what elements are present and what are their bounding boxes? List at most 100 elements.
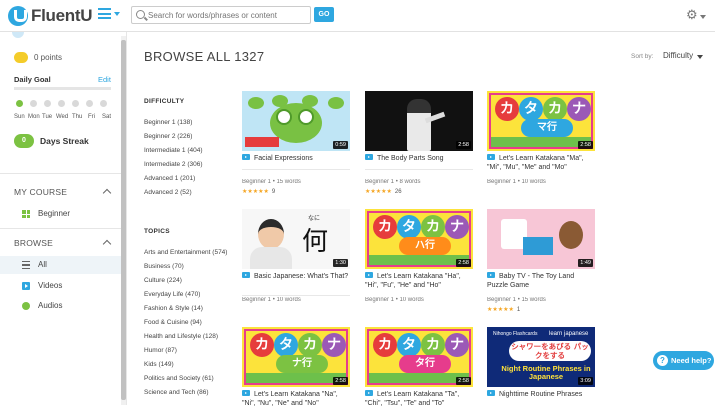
- filter-topic[interactable]: Business (70): [144, 263, 184, 270]
- kana-circle: カ: [250, 333, 274, 357]
- stars-icon: ★★★★★: [365, 189, 392, 195]
- video-icon: [22, 282, 30, 290]
- sidebar-item-audios[interactable]: Audios: [0, 297, 121, 315]
- video-title[interactable]: Let's Learn Katakana "Na", "Ni", "Nu", "…: [242, 390, 350, 408]
- chevron-down-icon[interactable]: [697, 55, 703, 59]
- filter-difficulty[interactable]: Advanced 1 (201): [144, 175, 195, 182]
- video-icon: [242, 390, 250, 396]
- edit-goal-link[interactable]: Edit: [98, 75, 111, 84]
- search-input[interactable]: [148, 8, 308, 22]
- video-title[interactable]: Let's Learn Katakana "Ha", "Hi", "Fu", "…: [365, 272, 473, 290]
- daily-goal-progress: [14, 87, 111, 90]
- video-title-text: Let's Learn Katakana "Ma", "Mi", "Mu", "…: [487, 155, 584, 171]
- streak-count: 0: [14, 134, 34, 148]
- need-help-button[interactable]: ? Need help?: [653, 351, 714, 370]
- video-thumbnail[interactable]: 2:58: [365, 91, 473, 151]
- kana-circle: タ: [397, 333, 421, 357]
- day-label: Sun: [14, 114, 25, 120]
- sidebar-item-all[interactable]: All: [0, 256, 121, 274]
- main-menu-button[interactable]: [98, 8, 120, 19]
- filter-topic[interactable]: Science and Tech (86): [144, 389, 209, 396]
- video-thumbnail[interactable]: Nihongo Flashcards learn japanese シャワーをあ…: [487, 327, 595, 387]
- rating-count: 26: [394, 189, 402, 195]
- video-icon: [365, 272, 373, 278]
- kana-row-banner: タ行: [399, 355, 451, 373]
- performer-figure: [407, 99, 431, 151]
- logo-text: FluentU: [31, 6, 93, 25]
- duration-badge: 1:49: [578, 259, 593, 267]
- video-thumbnail[interactable]: カ タ カ ナ ハ行 2:58: [365, 209, 473, 269]
- thumbnail-tagline-text: learn japanese: [549, 331, 589, 337]
- kana-row-banner: マ行: [521, 119, 573, 137]
- video-thumbnail[interactable]: 1:49: [487, 209, 595, 269]
- video-thumbnail[interactable]: カ タ カ ナ ナ行 2:58: [242, 327, 350, 387]
- gear-icon[interactable]: ⚙: [686, 8, 698, 21]
- video-title[interactable]: Let's Learn Katakana "Ma", "Mi", "Mu", "…: [487, 154, 595, 172]
- filter-difficulty[interactable]: Advanced 2 (52): [144, 189, 192, 196]
- grid-icon: [22, 210, 30, 218]
- card-meta: Beginner 1 • 10 words: [242, 297, 301, 303]
- fluentu-logo[interactable]: FluentU: [8, 6, 92, 26]
- filter-difficulty[interactable]: Beginner 2 (226): [144, 133, 192, 140]
- filter-topic[interactable]: Health and Lifestyle (128): [144, 333, 218, 340]
- browse-heading[interactable]: BROWSE: [14, 238, 53, 248]
- sidebar-item-label: All: [38, 260, 47, 269]
- search-go-button[interactable]: GO: [314, 7, 334, 22]
- video-thumbnail[interactable]: 0:59: [242, 91, 350, 151]
- filter-topic[interactable]: Everyday Life (470): [144, 291, 200, 298]
- video-icon: [365, 390, 373, 396]
- video-title[interactable]: The Body Parts Song: [365, 154, 473, 163]
- kana-circle: タ: [519, 97, 543, 121]
- video-title[interactable]: Basic Japanese: What's That?: [242, 272, 350, 281]
- card-meta: Beginner 1 • 15 words: [487, 297, 546, 303]
- card-meta: Beginner 1 • 10 words: [365, 297, 424, 303]
- duration-badge: 2:58: [456, 377, 471, 385]
- teacher-body: [250, 247, 292, 269]
- video-title[interactable]: Facial Expressions: [242, 154, 350, 163]
- daily-goal-label: Daily Goal: [14, 75, 51, 84]
- filter-difficulty[interactable]: Beginner 1 (138): [144, 119, 192, 126]
- video-title[interactable]: Nighttime Routine Phrases: [487, 390, 595, 399]
- video-thumbnail[interactable]: カ タ カ ナ タ行 2:58: [365, 327, 473, 387]
- kana-circle: ナ: [322, 333, 346, 357]
- sidebar-item-videos[interactable]: Videos: [0, 277, 121, 295]
- video-title-text: Facial Expressions: [254, 155, 313, 162]
- filter-difficulty[interactable]: Intermediate 1 (404): [144, 147, 203, 154]
- frog-icon: [248, 97, 264, 109]
- frog-eye: [276, 109, 292, 125]
- filter-topic[interactable]: Food & Cuisine (94): [144, 319, 202, 326]
- settings-chevron-icon[interactable]: [700, 15, 706, 19]
- video-title[interactable]: Baby TV - The Toy Land Puzzle Game: [487, 272, 595, 290]
- star-rating: ★★★★★ 9: [242, 188, 350, 195]
- day-dot: [16, 100, 23, 107]
- thumbnail-brand-text: Nihongo Flashcards: [493, 331, 538, 337]
- sidebar-scrollbar[interactable]: [121, 40, 126, 400]
- filter-topic[interactable]: Politics and Society (61): [144, 375, 214, 382]
- sidebar-item-beginner[interactable]: Beginner: [0, 205, 121, 223]
- filter-topic[interactable]: Humor (87): [144, 347, 177, 354]
- kana-circle: カ: [421, 215, 445, 239]
- kana-circle: カ: [543, 97, 567, 121]
- sort-select[interactable]: Difficulty: [663, 51, 693, 60]
- filter-topic[interactable]: Culture (224): [144, 277, 182, 284]
- streak-label: Days Streak: [40, 136, 89, 146]
- video-title[interactable]: Let's Learn Katakana "Ta", "Chi", "Tsu",…: [365, 390, 473, 408]
- video-thumbnail[interactable]: カ タ カ ナ マ行 2:58: [487, 91, 595, 151]
- sidebar-divider: [0, 173, 121, 174]
- card-divider: [242, 295, 350, 296]
- filter-topic[interactable]: Fashion & Style (14): [144, 305, 203, 312]
- topics-heading: TOPICS: [144, 228, 170, 235]
- day-dot: [58, 100, 65, 107]
- duration-badge: 0:59: [333, 141, 348, 149]
- filter-topic[interactable]: Arts and Entertainment (574): [144, 249, 227, 256]
- filter-difficulty[interactable]: Intermediate 2 (306): [144, 161, 203, 168]
- my-course-heading[interactable]: MY COURSE: [14, 187, 67, 197]
- kanji-text: 何: [302, 227, 329, 257]
- kana-row-banner: ハ行: [399, 237, 451, 255]
- rating-count: 1: [516, 307, 521, 313]
- difficulty-heading: DIFFICULTY: [144, 98, 185, 105]
- filter-topic[interactable]: Kids (149): [144, 361, 174, 368]
- video-thumbnail[interactable]: なに 何 1:30: [242, 209, 350, 269]
- list-icon: [22, 261, 30, 269]
- kana-circle: カ: [421, 333, 445, 357]
